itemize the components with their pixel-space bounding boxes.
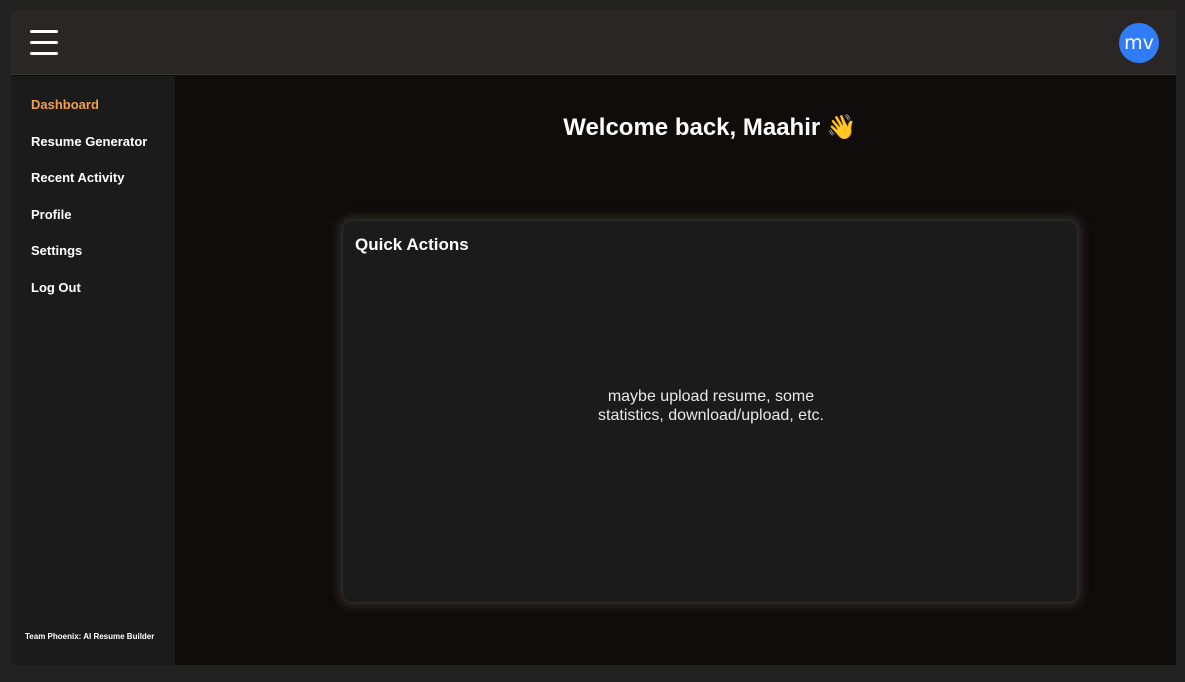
card-title: Quick Actions [355, 235, 469, 254]
card-body: maybe upload resume, some statistics, do… [343, 387, 1079, 425]
sidebar-item-recent-activity[interactable]: Recent Activity [31, 170, 124, 185]
hamburger-icon[interactable] [30, 29, 58, 57]
card-body-line: maybe upload resume, some [607, 388, 815, 405]
sidebar: Dashboard Resume Generator Recent Activi… [11, 76, 175, 665]
hamburger-line [30, 41, 58, 44]
main-content: Welcome back, Maahir 👋 Quick Actions may… [175, 76, 1176, 665]
sidebar-item-log-out[interactable]: Log Out [31, 280, 81, 295]
sidebar-footer: Team Phoenix: AI Resume Builder [25, 632, 155, 641]
avatar[interactable]: mv [1119, 23, 1159, 63]
sidebar-item-dashboard[interactable]: Dashboard [31, 97, 99, 112]
hamburger-line [30, 52, 58, 55]
card-body-line: statistics, download/upload, etc. [598, 407, 824, 424]
page-title: Welcome back, Maahir 👋 [563, 114, 857, 141]
app-frame: mv Dashboard Resume Generator Recent Act… [11, 10, 1176, 665]
hamburger-line [30, 30, 58, 33]
sidebar-item-profile[interactable]: Profile [31, 207, 71, 222]
top-bar: mv [11, 10, 1176, 75]
quick-actions-card: Quick Actions maybe upload resume, some … [342, 220, 1078, 603]
sidebar-item-resume-generator[interactable]: Resume Generator [31, 134, 147, 149]
sidebar-item-settings[interactable]: Settings [31, 243, 82, 258]
